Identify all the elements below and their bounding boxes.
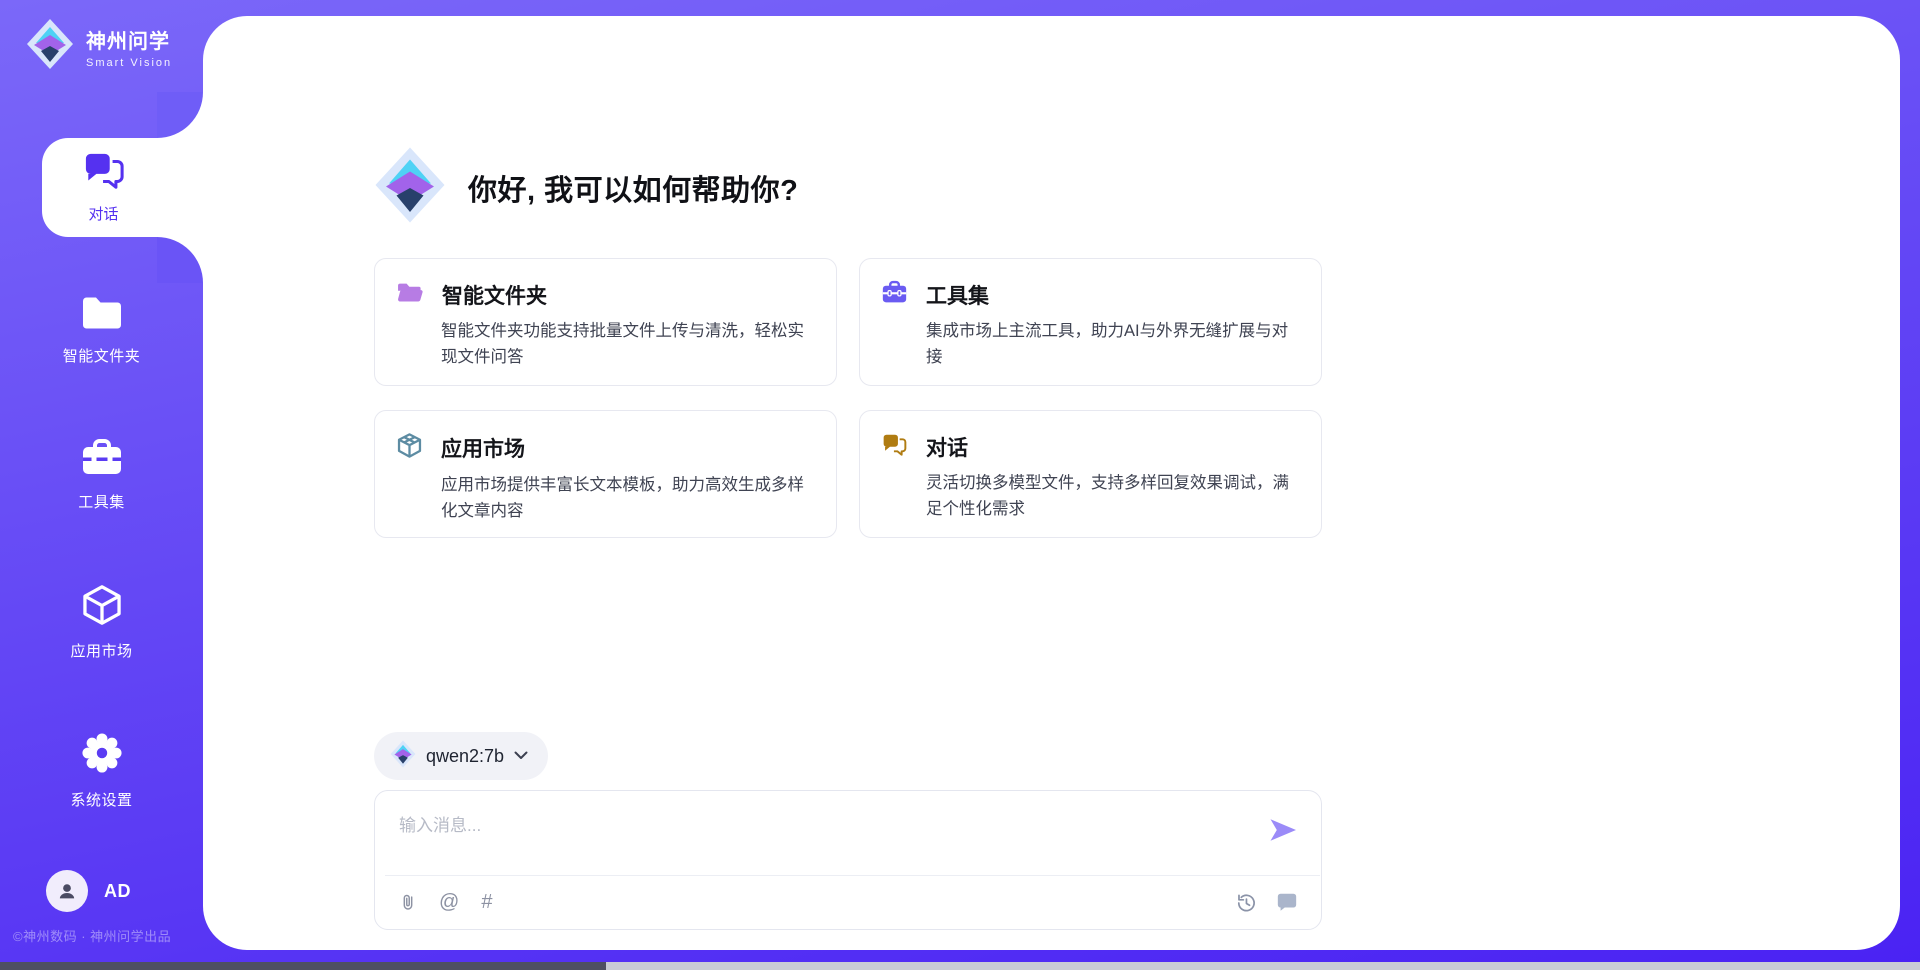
app-window: 神州问学 Smart Vision 对话 智能文件夹 (0, 0, 1920, 970)
composer: qwen2:7b (374, 732, 1322, 930)
chat-bubbles-icon (881, 433, 908, 462)
comment-icon[interactable] (1275, 891, 1299, 913)
sidebar-item-label: 应用市场 (70, 640, 132, 661)
card-app-market[interactable]: 应用市场 应用市场提供丰富长文本模板，助力高效生成多样化文章内容 (374, 410, 837, 538)
gear-icon (79, 730, 125, 780)
attachment-icon[interactable] (399, 890, 417, 914)
model-selector[interactable]: qwen2:7b (374, 732, 548, 780)
sidebar-item-toolset[interactable]: 工具集 (0, 438, 203, 512)
model-name: qwen2:7b (426, 746, 504, 767)
greeting: 你好, 我可以如何帮助你? (374, 146, 798, 229)
card-title: 应用市场 (441, 433, 525, 463)
brand-logo-icon (26, 18, 74, 75)
briefcase-icon (80, 438, 124, 482)
copyright: ©神州数码 · 神州问学出品 (13, 926, 171, 945)
brand-subtitle: Smart Vision (86, 57, 172, 69)
feature-cards: 智能文件夹 智能文件夹功能支持批量文件上传与清洗，轻松实现文件问答 (374, 258, 1322, 538)
briefcase-icon (881, 280, 908, 310)
content-area: 你好, 我可以如何帮助你? 智能文件夹 智能文件夹功能支持批量文件上传与清洗，轻… (374, 0, 1322, 970)
scrollbar-thumb[interactable] (0, 962, 606, 970)
sidebar-item-app-market[interactable]: 应用市场 (0, 583, 203, 661)
sidebar-item-label: 系统设置 (70, 789, 132, 810)
cube-icon (80, 583, 124, 631)
cube-grid-icon (396, 432, 423, 464)
card-description: 集成市场上主流工具，助力AI与外界无缝扩展与对接 (926, 319, 1301, 370)
message-input[interactable] (375, 791, 1269, 873)
chat-bubbles-icon (82, 151, 126, 196)
sidebar-item-smart-folder[interactable]: 智能文件夹 (0, 294, 203, 366)
card-title: 对话 (926, 432, 968, 462)
brand-name: 神州问学 (86, 25, 172, 54)
card-description: 灵活切换多模型文件，支持多样回复效果调试，满足个性化需求 (926, 471, 1301, 522)
card-description: 智能文件夹功能支持批量文件上传与清洗，轻松实现文件问答 (441, 319, 816, 370)
hashtag-icon[interactable]: # (481, 892, 492, 912)
mention-icon[interactable]: @ (439, 892, 459, 912)
card-chat[interactable]: 对话 灵活切换多模型文件，支持多样回复效果调试，满足个性化需求 (859, 410, 1322, 538)
sidebar-item-settings[interactable]: 系统设置 (0, 730, 203, 810)
tab-fillet-top (157, 92, 203, 138)
sidebar-item-label: 工具集 (78, 491, 125, 512)
sidebar-item-label: 对话 (88, 203, 118, 224)
card-smart-folder[interactable]: 智能文件夹 智能文件夹功能支持批量文件上传与清洗，轻松实现文件问答 (374, 258, 837, 386)
sidebar-item-chat[interactable]: 对话 (42, 138, 205, 237)
card-title: 工具集 (926, 280, 989, 310)
composer-divider (385, 875, 1320, 876)
brand: 神州问学 Smart Vision (26, 18, 172, 75)
model-logo-icon (390, 740, 416, 773)
user-profile[interactable]: AD (46, 870, 131, 912)
avatar (46, 870, 88, 912)
greeting-logo-icon (374, 146, 446, 229)
tab-fillet-bottom (157, 237, 203, 283)
message-input-box: @ # (374, 790, 1322, 930)
card-toolset[interactable]: 工具集 集成市场上主流工具，助力AI与外界无缝扩展与对接 (859, 258, 1322, 386)
chevron-down-icon (514, 747, 528, 765)
horizontal-scrollbar[interactable] (0, 962, 1920, 970)
history-icon[interactable] (1234, 891, 1257, 914)
card-description: 应用市场提供丰富长文本模板，助力高效生成多样化文章内容 (441, 473, 816, 524)
greeting-title: 你好, 我可以如何帮助你? (468, 167, 798, 209)
user-initials: AD (104, 881, 131, 902)
sidebar-item-label: 智能文件夹 (63, 345, 141, 366)
folder-open-icon (396, 280, 424, 310)
send-button[interactable] (1267, 816, 1299, 846)
card-title: 智能文件夹 (442, 280, 547, 310)
send-icon (1268, 817, 1298, 843)
folder-icon (79, 294, 125, 336)
